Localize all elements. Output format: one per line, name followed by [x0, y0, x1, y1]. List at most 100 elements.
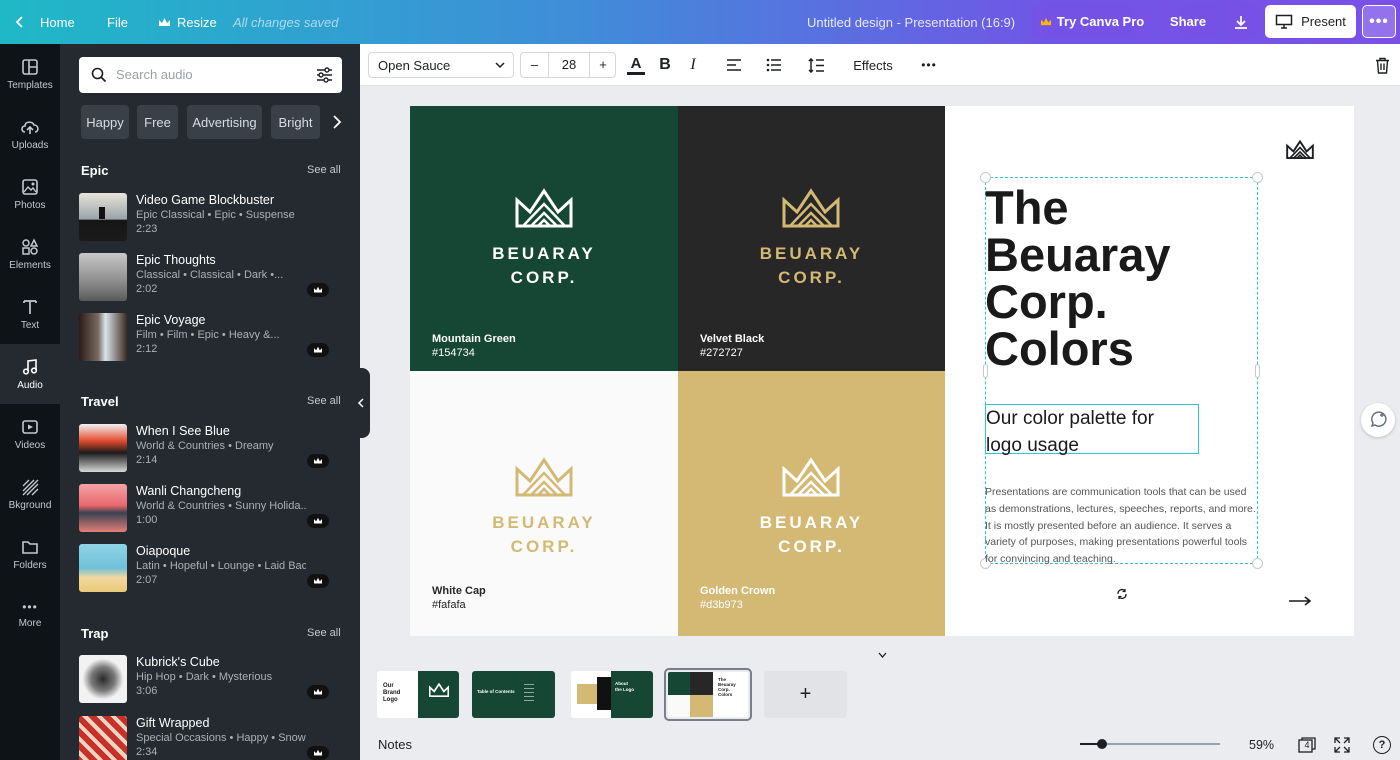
rail-background[interactable]: Bkground — [0, 464, 60, 524]
pro-crown-badge — [307, 514, 329, 528]
chip-bright[interactable]: Bright — [271, 105, 320, 139]
share-button[interactable]: Share — [1159, 5, 1217, 38]
rail-folders[interactable]: Folders — [0, 524, 60, 584]
see-all-travel[interactable]: See all — [307, 395, 341, 407]
bullet-list-icon — [766, 58, 781, 72]
page-thumbnail-1[interactable]: Our Brand Logo — [377, 671, 459, 718]
heading-line: Colors — [985, 322, 1134, 375]
zoom-level[interactable]: 59% — [1249, 738, 1274, 752]
font-family-select[interactable]: Open Sauce — [368, 52, 514, 78]
add-comment-button[interactable] — [1361, 403, 1395, 437]
track-item[interactable]: Oiapoque Latin • Hopeful • Lounge • Laid… — [79, 542, 342, 594]
track-item[interactable]: Epic Thoughts Classical • Classical • Da… — [79, 251, 342, 303]
thumb-left: Our Brand Logo — [377, 671, 418, 718]
track-item[interactable]: Kubrick's Cube Hip Hop • Dark • Mysterio… — [79, 653, 342, 705]
search-audio-input[interactable]: Search audio — [79, 57, 342, 93]
see-all-trap[interactable]: See all — [307, 627, 341, 639]
pattern-icon — [22, 479, 39, 495]
rail-text[interactable]: Text — [0, 284, 60, 344]
crown-logo-icon — [782, 457, 840, 497]
filter-sliders-icon[interactable] — [316, 67, 333, 83]
slide-subheading[interactable]: Our color palette for logo usage — [985, 404, 1199, 456]
italic-button[interactable]: I — [684, 52, 702, 78]
rail-videos[interactable]: Videos — [0, 404, 60, 464]
track-title: Gift Wrapped — [136, 716, 210, 730]
try-pro-button[interactable]: Try Canva Pro — [1032, 5, 1152, 38]
help-button[interactable]: ? — [1373, 736, 1391, 754]
see-all-epic[interactable]: See all — [307, 164, 341, 176]
swatch-golden-crown[interactable]: BEUARAY CORP. Golden Crown #d3b973 — [678, 371, 945, 636]
collapse-panel-button[interactable] — [350, 368, 370, 438]
rail-uploads[interactable]: Uploads — [0, 104, 60, 164]
document-title[interactable]: Untitled design - Presentation (16:9) — [807, 0, 1015, 44]
track-meta: Special Occasions • Happy • Snow... — [136, 732, 306, 744]
rail-audio[interactable]: Audio — [0, 344, 60, 404]
home-button[interactable]: Home — [14, 0, 75, 44]
download-button[interactable] — [1224, 5, 1258, 38]
arrow-right-icon — [1289, 596, 1312, 606]
fullscreen-button[interactable] — [1334, 737, 1350, 758]
track-meta: World & Countries • Sunny Holida... — [136, 500, 306, 512]
delete-button[interactable] — [1372, 52, 1392, 78]
track-item[interactable]: Gift Wrapped Special Occasions • Happy •… — [79, 714, 342, 760]
rail-photos[interactable]: Photos — [0, 164, 60, 224]
chevron-down-icon — [878, 652, 886, 658]
swatch-white-cap[interactable]: BEUARAY CORP. White Cap #fafafa — [410, 371, 678, 636]
crown-icon — [159, 17, 170, 26]
add-page-button[interactable]: + — [764, 671, 847, 718]
track-item[interactable]: Wanli Changcheng World & Countries • Sun… — [79, 482, 342, 534]
spacing-button[interactable] — [806, 52, 826, 78]
rail-more[interactable]: ••• More — [0, 584, 60, 644]
chips-next-button[interactable] — [327, 105, 347, 139]
track-item[interactable]: Epic Voyage Film • Film • Epic • Heavy &… — [79, 311, 342, 363]
rail-label: Folders — [13, 559, 47, 571]
track-item[interactable]: Video Game Blockbuster Epic Classical • … — [79, 191, 342, 243]
zoom-knob[interactable] — [1097, 739, 1107, 749]
collapse-pages-button[interactable] — [852, 649, 912, 661]
slide-body-text[interactable]: Presentations are communication tools th… — [985, 484, 1256, 564]
page-count-button[interactable]: 4 — [1298, 737, 1316, 753]
align-button[interactable] — [724, 52, 744, 78]
pro-crown-badge — [307, 746, 329, 760]
page-thumbnail-2[interactable]: Table of Contents — [472, 671, 555, 718]
more-menu-button[interactable]: ••• — [1362, 5, 1396, 38]
effects-button[interactable]: Effects — [840, 52, 906, 78]
zoom-slider[interactable] — [1080, 738, 1220, 750]
resize-handle[interactable] — [1252, 172, 1263, 183]
section-title-trap: Trap — [81, 626, 109, 641]
toolbar-more-button[interactable]: ••• — [916, 52, 942, 78]
slide-canvas[interactable]: BEUARAY CORP. Mountain Green #154734 BEU… — [410, 106, 1354, 636]
resize-button[interactable]: Resize — [158, 0, 217, 44]
page-thumbnail-3[interactable]: About the Logo — [571, 671, 653, 718]
page-thumbnail-4-selected[interactable]: The Beuaray Corp. Colors — [664, 668, 752, 721]
more-dots-icon: ••• — [22, 599, 38, 614]
font-size-decrease[interactable]: – — [521, 53, 549, 77]
swatch-velvet-black[interactable]: BEUARAY CORP. Velvet Black #272727 — [678, 106, 945, 371]
font-size-input[interactable]: 28 — [549, 53, 589, 77]
list-button[interactable] — [764, 52, 784, 78]
chip-advertising[interactable]: Advertising — [187, 105, 262, 139]
text-color-button[interactable]: A — [626, 52, 646, 78]
home-label: Home — [40, 14, 75, 30]
color-name: Mountain Green — [432, 333, 516, 345]
line-spacing-icon — [807, 57, 824, 73]
chip-free[interactable]: Free — [137, 105, 178, 139]
track-item[interactable]: When I See Blue World & Countries • Drea… — [79, 422, 342, 474]
bold-button[interactable]: B — [656, 52, 674, 78]
rail-templates[interactable]: Templates — [0, 44, 60, 104]
chevron-down-icon — [495, 62, 505, 69]
rail-label: Videos — [14, 439, 46, 451]
rail-label: Text — [20, 319, 40, 331]
chip-happy[interactable]: Happy — [81, 105, 129, 139]
rail-elements[interactable]: Elements — [0, 224, 60, 284]
present-button[interactable]: Present — [1265, 5, 1356, 38]
rotate-handle[interactable] — [1113, 585, 1131, 603]
file-menu[interactable]: File — [107, 0, 128, 44]
font-size-increase[interactable]: + — [589, 53, 616, 77]
resize-handle[interactable] — [1255, 364, 1260, 378]
notes-button[interactable]: Notes — [378, 737, 412, 752]
thumb-line: the Logo — [615, 687, 634, 692]
track-meta: Classical • Classical • Dark •... — [136, 269, 284, 281]
slide-heading[interactable]: The Beuaray Corp. Colors — [985, 184, 1171, 372]
swatch-mountain-green[interactable]: BEUARAY CORP. Mountain Green #154734 — [410, 106, 678, 371]
